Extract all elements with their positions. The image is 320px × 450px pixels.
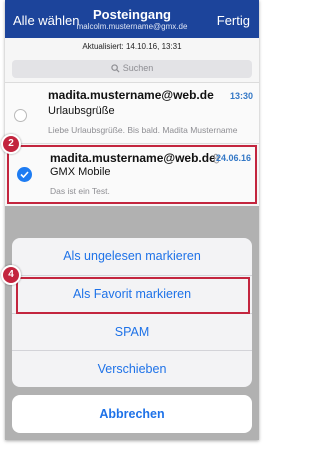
mail-sender: madita.mustername@web.de bbox=[50, 151, 216, 165]
select-radio[interactable] bbox=[14, 109, 27, 122]
mail-list-item-selected[interactable]: madita.mustername@web.de 24.06.16 GMX Mo… bbox=[7, 145, 257, 204]
move-button[interactable]: Verschieben bbox=[12, 351, 252, 387]
spam-button[interactable]: SPAM bbox=[12, 314, 252, 350]
mail-date: 24.06.16 bbox=[215, 153, 251, 163]
last-updated-text: Aktualisiert: 14.10.16, 13:31 bbox=[82, 42, 182, 51]
mail-subject: Urlaubsgrüße bbox=[48, 105, 115, 117]
mail-list-item[interactable]: madita.mustername@web.de 13:30 Urlaubsgr… bbox=[5, 83, 259, 143]
divider bbox=[5, 143, 259, 144]
cancel-button[interactable]: Abbrechen bbox=[12, 395, 252, 433]
done-button[interactable]: Fertig bbox=[217, 13, 250, 28]
highlight-frame bbox=[16, 277, 250, 314]
nav-bar: Alle wählen Posteingang malcolm.musterna… bbox=[5, 0, 259, 38]
mail-date: 13:30 bbox=[229, 91, 253, 101]
mail-subject: GMX Mobile bbox=[50, 166, 111, 178]
mail-preview: Das ist ein Test. bbox=[50, 186, 110, 196]
mail-sender: madita.mustername@web.de bbox=[48, 88, 214, 102]
search-field[interactable]: Suchen bbox=[12, 60, 252, 78]
mail-preview: Liebe Urlaubsgrüße. Bis bald. Madita Mus… bbox=[48, 125, 238, 135]
checkmark-icon[interactable] bbox=[17, 167, 32, 182]
step-badge: 4 bbox=[1, 265, 21, 285]
mark-unread-button[interactable]: Als ungelesen markieren bbox=[12, 238, 252, 274]
phone-screen: Alle wählen Posteingang malcolm.musterna… bbox=[5, 0, 259, 440]
search-icon bbox=[111, 64, 120, 73]
step-badge: 2 bbox=[1, 134, 21, 154]
search-placeholder: Suchen bbox=[122, 63, 154, 73]
